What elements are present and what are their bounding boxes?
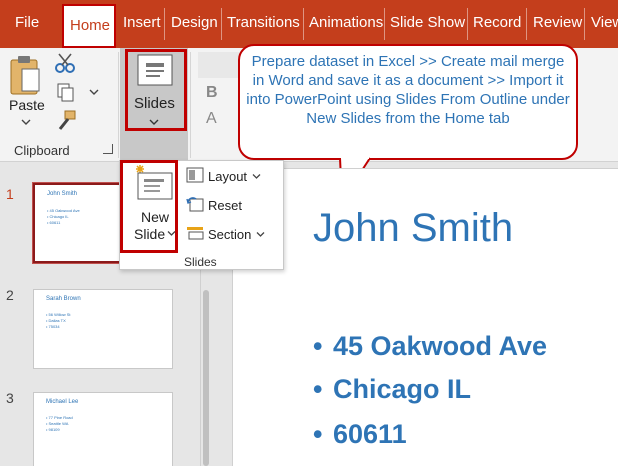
thumbnail-bullet: • 98109 <box>46 427 60 432</box>
new-slide-highlight <box>120 160 178 253</box>
thumbnail-number: 1 <box>6 186 14 202</box>
tab-divider <box>526 8 527 40</box>
paste-button-label[interactable]: Paste <box>9 97 45 113</box>
slide-bullet-item[interactable]: • 45 Oakwood Ave <box>313 331 547 362</box>
scrollbar-thumb[interactable] <box>203 290 209 466</box>
tab-record[interactable]: Record <box>473 14 521 31</box>
tab-file[interactable]: File <box>15 14 39 31</box>
tab-review[interactable]: Review <box>533 14 582 31</box>
format-painter-icon[interactable] <box>56 110 78 132</box>
section-icon[interactable] <box>186 225 204 241</box>
thumbnail-bullet: • Dallas TX <box>46 318 66 323</box>
layout-button[interactable]: Layout <box>208 169 247 184</box>
tab-insert[interactable]: Insert <box>123 14 161 31</box>
instruction-callout: Prepare dataset in Excel >> Create mail … <box>238 44 578 160</box>
tab-home-label: Home <box>70 17 111 34</box>
clipboard-dialog-launcher-icon[interactable] <box>103 144 113 154</box>
chevron-down-icon[interactable] <box>252 173 261 180</box>
thumbnail-bullet: • Seattle WA <box>46 421 69 426</box>
paste-icon[interactable] <box>8 55 42 97</box>
slide-bullet-text: Chicago IL <box>333 374 472 404</box>
tab-slide-show[interactable]: Slide Show <box>390 14 465 31</box>
section-button[interactable]: Section <box>208 227 251 242</box>
tab-design[interactable]: Design <box>171 14 218 31</box>
thumbnail-number: 3 <box>6 390 14 406</box>
thumbnail-title: John Smith <box>47 191 78 197</box>
slide-thumbnail-2[interactable]: Sarah Brown • 56 Willow St • Dallas TX •… <box>33 289 173 369</box>
tab-view[interactable]: View <box>591 14 618 31</box>
tab-divider <box>164 8 165 40</box>
thumbnail-title: Michael Lee <box>46 399 79 405</box>
callout-text: Prepare dataset in Excel >> Create mail … <box>246 53 570 127</box>
slide-bullet-text: 60611 <box>333 419 407 449</box>
slide-thumbnail-3[interactable]: Michael Lee • 77 Pine Road • Seattle WA … <box>33 392 173 466</box>
tab-divider <box>584 8 585 40</box>
thumbnail-title: Sarah Brown <box>46 296 81 302</box>
tab-transitions[interactable]: Transitions <box>227 14 300 31</box>
tab-animations[interactable]: Animations <box>309 14 383 31</box>
group-divider <box>190 52 191 158</box>
reset-button[interactable]: Reset <box>208 198 242 213</box>
clipboard-group-label: Clipboard <box>14 143 70 158</box>
chevron-down-icon[interactable] <box>21 118 31 126</box>
group-divider <box>118 52 119 158</box>
thumbnail-number: 2 <box>6 287 14 303</box>
layout-icon[interactable] <box>186 167 204 183</box>
bold-button[interactable]: B <box>206 84 218 102</box>
tab-divider <box>467 8 468 40</box>
slide-bullet-item[interactable]: • Chicago IL <box>313 374 471 405</box>
copy-icon[interactable] <box>56 82 76 104</box>
slides-group-label: Slides <box>184 255 217 269</box>
thumbnail-bullet: • 75034 <box>46 324 60 329</box>
thumbnail-bullet: • Chicago IL <box>47 214 69 219</box>
tab-divider <box>303 8 304 40</box>
chevron-down-icon[interactable] <box>89 88 99 96</box>
thumbnail-bullet: • 60611 <box>47 220 61 225</box>
thumbnail-bullet: • 77 Pine Road <box>46 415 73 420</box>
tab-divider <box>221 8 222 40</box>
slide-title[interactable]: John Smith <box>313 206 513 251</box>
thumbnail-bullet: • 45 Oakwood Ave <box>47 208 80 213</box>
chevron-down-icon[interactable] <box>256 231 265 238</box>
reset-icon[interactable] <box>186 196 204 212</box>
font-color-button[interactable]: A <box>206 110 217 128</box>
thumbnail-bullet: • 56 Willow St <box>46 312 71 317</box>
tab-divider <box>384 8 385 40</box>
cut-icon[interactable] <box>54 52 76 74</box>
slide-bullet-text: 45 Oakwood Ave <box>333 331 548 361</box>
slide-bullet-item[interactable]: • 60611 <box>313 419 407 450</box>
slides-button-highlight <box>125 49 187 131</box>
